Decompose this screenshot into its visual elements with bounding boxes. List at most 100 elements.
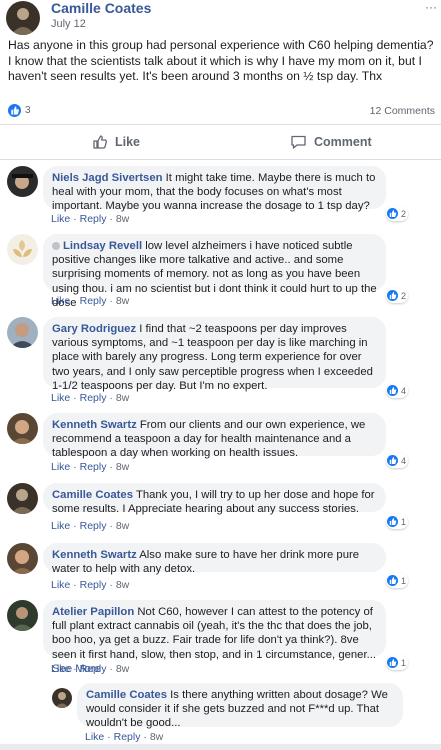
comment-age[interactable]: 8w [116,520,129,532]
comment-like-link[interactable]: Like [51,663,70,675]
reaction-count: 1 [401,516,407,527]
separator: · [70,520,80,532]
comment-reply-link[interactable]: Reply [80,295,107,307]
comment-actions: Like · Reply · 8w [51,663,129,675]
comment-like-link[interactable]: Like [51,392,70,404]
commenter-avatar[interactable] [7,543,38,574]
comment-author[interactable]: Lindsay Revell [63,240,142,252]
comment-reactions[interactable]: 4 [386,383,409,398]
comment-author[interactable]: Niels Jagd Sivertsen [52,172,163,184]
commenter-avatar[interactable] [7,166,38,197]
comment-reactions[interactable]: 1 [386,514,409,529]
comment-author[interactable]: Gary Rodriguez [52,323,136,335]
comment-like-link[interactable]: Like [51,213,70,225]
like-reaction-icon [387,208,398,219]
online-status-icon [52,242,60,250]
speech-bubble-icon [291,135,306,149]
commenter-avatar[interactable] [52,688,72,708]
like-reaction-icon [387,455,398,466]
comment-author[interactable]: Camille Coates [52,489,133,501]
comment-bubble: Kenneth Swartz Also make sure to have he… [43,543,386,575]
separator: · [70,213,80,225]
reaction-count[interactable]: 3 [25,105,31,116]
comment-age[interactable]: 8w [116,663,129,675]
like-reaction-icon [8,104,21,117]
comment-reply-link[interactable]: Reply [80,579,107,591]
comment-age[interactable]: 8w [116,392,129,404]
comment-bubble: Kenneth Swartz From our clients and our … [43,413,386,459]
author-avatar[interactable] [6,1,40,35]
comment-author[interactable]: Atelier Papillon [52,606,134,618]
comment-reactions[interactable]: 2 [386,206,409,221]
reaction-count: 2 [401,208,407,219]
comment-actions: Like · Reply · 8w [51,520,129,532]
comment-bubble: Camille Coates Is there anything written… [77,683,403,729]
like-reaction-icon [387,385,398,396]
comment-button-label: Comment [314,135,372,149]
comment-actions: Like · Reply · 8w [85,731,163,743]
comment-age[interactable]: 8w [116,579,129,591]
reaction-count: 4 [401,455,407,466]
comment-reactions[interactable]: 2 [386,288,409,303]
separator: · [70,579,80,591]
separator: · [106,520,116,532]
comment-reactions[interactable]: 1 [386,573,409,588]
separator: · [70,392,80,404]
comment-reply-link[interactable]: Reply [114,731,141,743]
commenter-avatar[interactable] [7,413,38,444]
commenter-avatar[interactable] [7,317,38,348]
like-reaction-icon [387,290,398,301]
comment-like-link[interactable]: Like [51,520,70,532]
comment-age[interactable]: 8w [116,213,129,225]
comment-age[interactable]: 8w [116,295,129,307]
comment-reactions[interactable]: 1 [386,655,409,670]
like-button-label: Like [115,135,141,149]
comment-reply-link[interactable]: Reply [80,663,107,675]
comment-age[interactable]: 8w [150,731,163,743]
comment-like-link[interactable]: Like [51,579,70,591]
post-author-name[interactable]: Camille Coates [51,0,151,16]
post-header: Camille Coates July 12 ··· [0,0,441,35]
comment-author[interactable]: Camille Coates [86,689,167,701]
separator: · [70,663,80,675]
separator: · [106,295,116,307]
separator: · [70,295,80,307]
comment-author[interactable]: Kenneth Swartz [52,419,137,431]
commenter-avatar[interactable] [7,483,38,514]
post-timestamp[interactable]: July 12 [51,18,86,30]
like-button[interactable]: Like [92,133,140,151]
comment-bubble: Camille Coates Thank you, I will try to … [43,483,386,515]
divider [0,159,441,160]
comment-actions: Like · Reply · 8w [51,461,129,473]
comment-reply-link[interactable]: Reply [80,520,107,532]
comment-author[interactable]: Kenneth Swartz [52,549,137,561]
separator: · [106,579,116,591]
comment-reactions[interactable]: 4 [386,453,409,468]
separator: · [106,392,116,404]
comment-reply-link[interactable]: Reply [80,392,107,404]
comment-bubble: Lindsay Revell low level alzheimers i ha… [43,234,386,309]
reaction-count: 1 [401,575,407,586]
reactions-summary: 3 12 Comments [0,103,441,121]
comment-bubble: Atelier Papillon Not C60, however I can … [43,600,386,675]
comment-reply-link[interactable]: Reply [80,461,107,473]
comment-like-link[interactable]: Like [51,461,70,473]
post-options-icon[interactable]: ··· [425,0,437,14]
separator: · [140,731,150,743]
comment-like-link[interactable]: Like [51,295,70,307]
comment-bubble: Gary Rodriguez I find that ~2 teaspoons … [43,317,386,392]
post-body: Has anyone in this group had personal ex… [8,38,434,83]
reaction-count: 4 [401,385,407,396]
comment-age[interactable]: 8w [116,461,129,473]
separator: · [104,731,114,743]
commenter-avatar[interactable] [7,234,38,265]
comment-like-link[interactable]: Like [85,731,104,743]
comment-actions: Like · Reply · 8w [51,295,129,307]
comment-actions: Like · Reply · 8w [51,213,129,225]
comment-reply-link[interactable]: Reply [80,213,107,225]
like-reaction-icon [387,657,398,668]
commenter-avatar[interactable] [7,600,38,631]
comment-button[interactable]: Comment [290,133,372,151]
separator: · [106,461,116,473]
comment-count[interactable]: 12 Comments [370,105,435,117]
